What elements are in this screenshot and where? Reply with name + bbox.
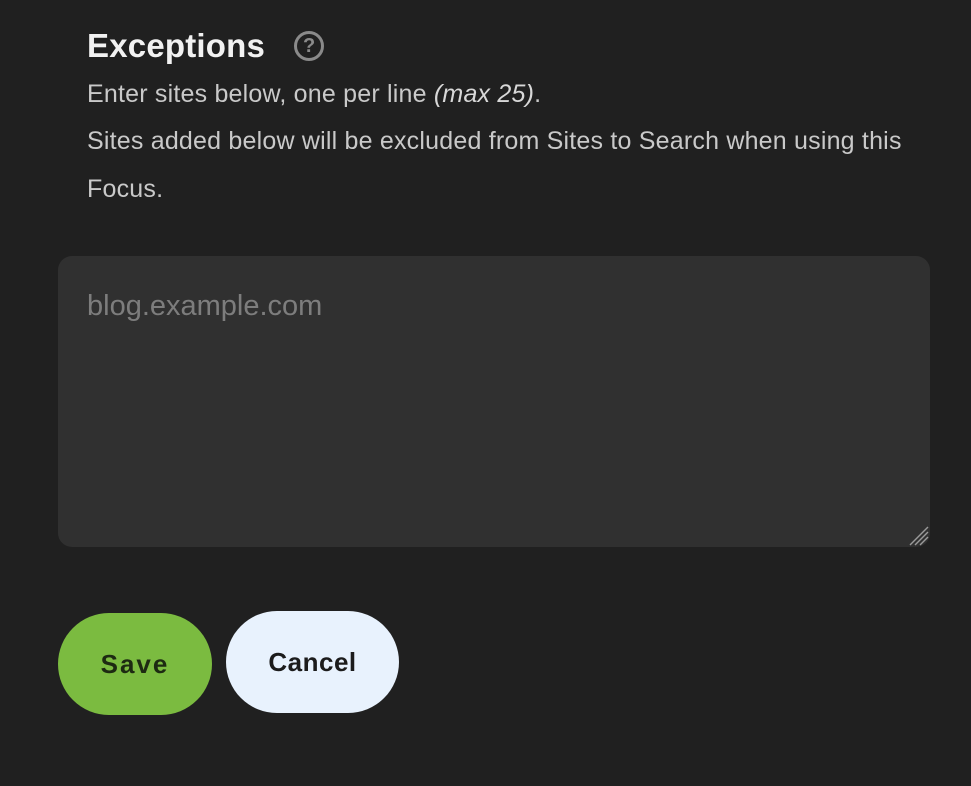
resize-grip-icon[interactable] [907, 524, 929, 546]
instructions-prefix: Enter sites below, one per line [87, 80, 434, 108]
cancel-button[interactable]: Cancel [226, 611, 399, 713]
instructions-text: Enter sites below, one per line (max 25)… [87, 70, 907, 118]
instructions-suffix: . [534, 80, 542, 108]
exclusion-description: Sites added below will be excluded from … [87, 127, 902, 203]
exception-sites-textarea[interactable] [58, 256, 930, 547]
exceptions-panel: Exceptions ? Enter sites below, one per … [0, 0, 971, 786]
sites-textarea-container [58, 256, 930, 547]
max-count-note: (max 25) [433, 80, 535, 108]
help-question-icon[interactable]: ? [294, 31, 325, 61]
section-title: Exceptions [87, 27, 266, 64]
save-button[interactable]: Save [58, 613, 212, 715]
exceptions-header: Exceptions ? [87, 26, 325, 66]
